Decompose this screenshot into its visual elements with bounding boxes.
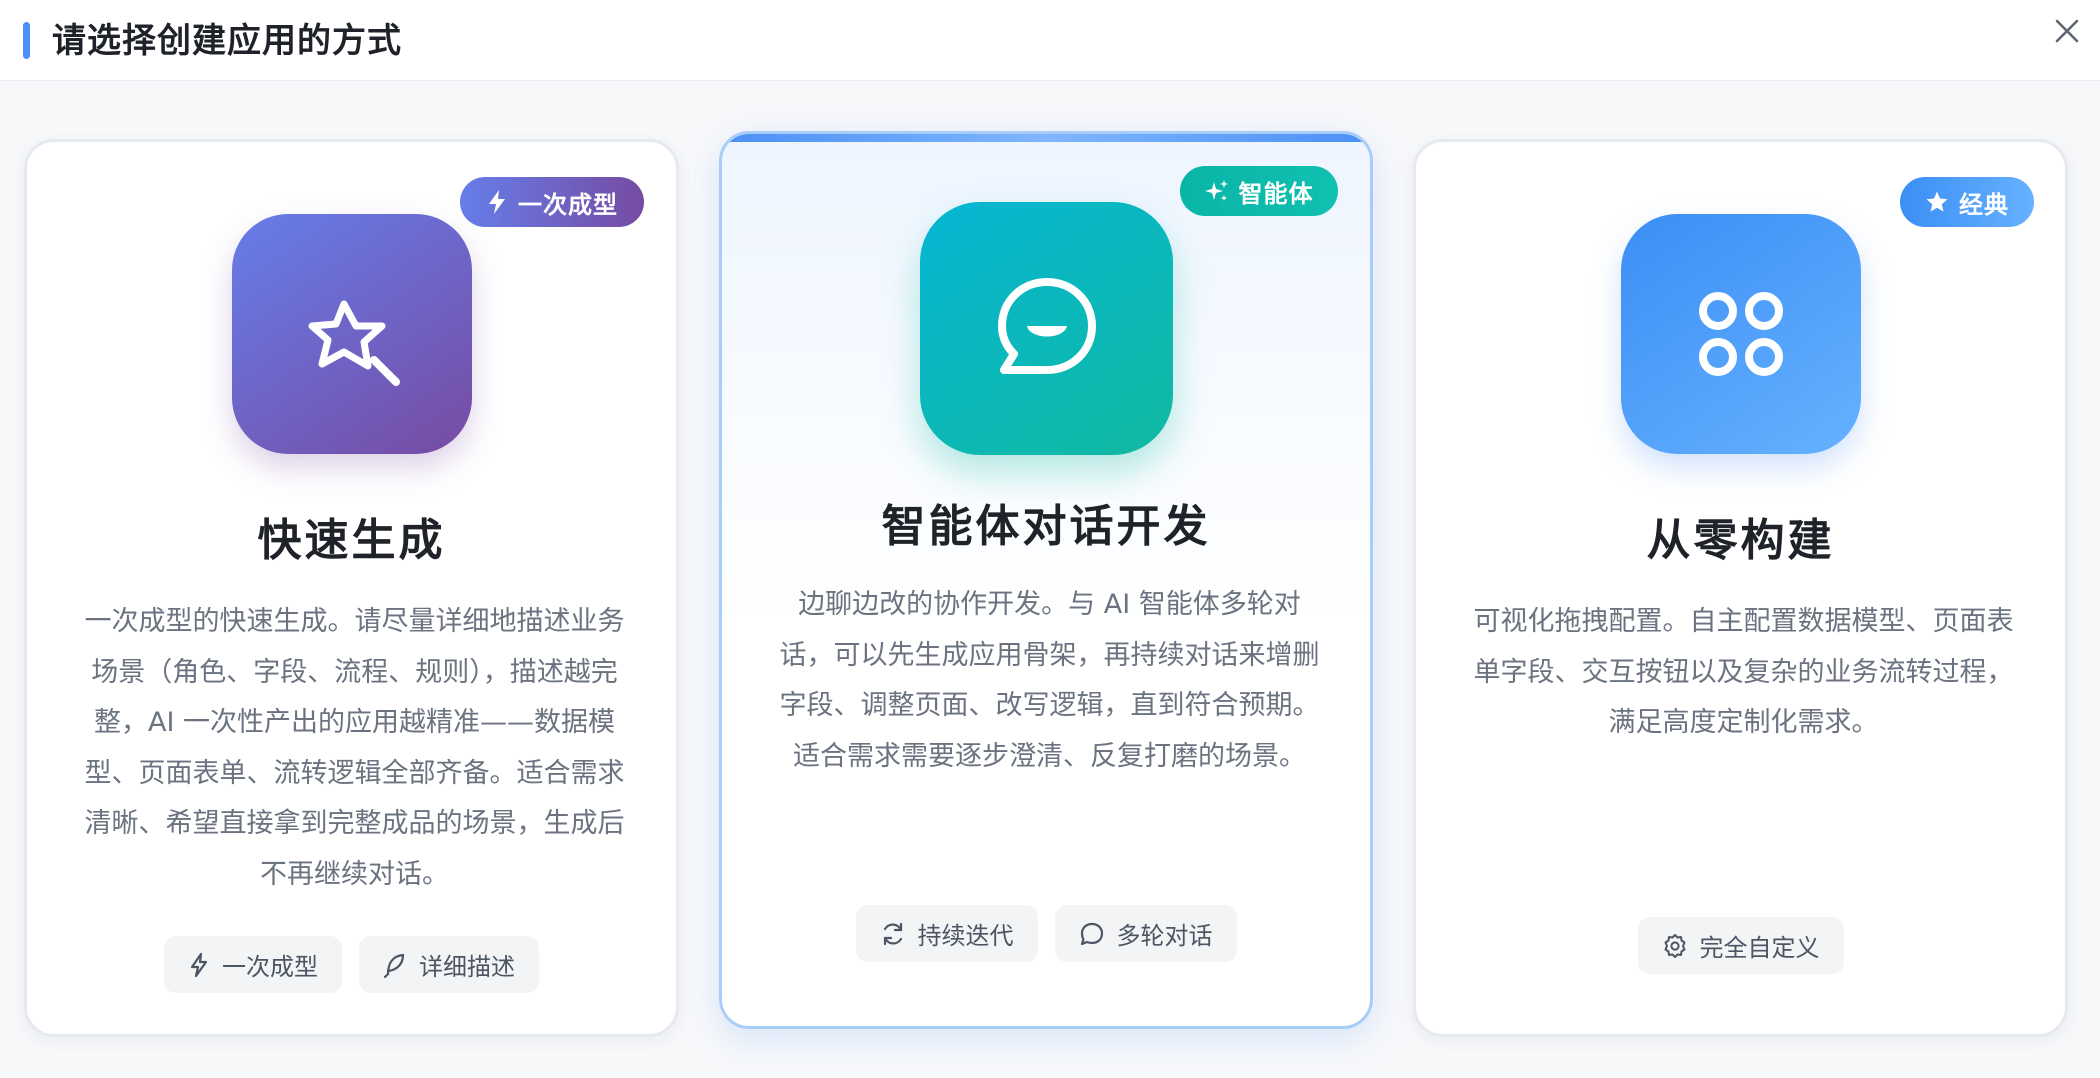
- card-agent-chat-dev[interactable]: 智能体 智能体对话开发 边聊边改的协作开发。与 AI 智能体多轮对话，可以先生成…: [719, 131, 1373, 1029]
- feather-icon: [383, 953, 405, 978]
- tag-list: 完全自定义: [1416, 917, 2065, 974]
- gear-icon: [1664, 933, 1685, 958]
- card-title: 快速生成: [257, 515, 446, 566]
- four-circles-icon: [1699, 292, 1783, 376]
- card-build-from-scratch[interactable]: 经典 从零构建 可视化拖拽配置。自主配置数据模型、页面表单字段、交互按钮以及复杂…: [1413, 139, 2068, 1037]
- chat-smile-icon: [997, 277, 1096, 374]
- tag-label: 一次成型: [222, 953, 318, 981]
- magic-wand-icon: [308, 300, 400, 386]
- tag-list: 一次成型 详细描述: [27, 936, 676, 993]
- badge-label: 一次成型: [518, 190, 618, 219]
- tag-label: 完全自定义: [1699, 934, 1820, 962]
- card-title: 智能体对话开发: [881, 501, 1211, 552]
- card-description: 一次成型的快速生成。请尽量详细地描述业务场景（角色、字段、流程、规则），描述越完…: [84, 606, 625, 890]
- tag-detailed-description: 详细描述: [359, 936, 539, 993]
- tag-list: 持续迭代 多轮对话: [722, 905, 1370, 962]
- badge-label: 智能体: [1238, 179, 1314, 208]
- refresh-icon: [883, 922, 902, 945]
- chat-bubble-icon: [1080, 922, 1103, 945]
- tag-fully-custom: 完全自定义: [1637, 917, 1844, 974]
- tag-label: 详细描述: [419, 953, 515, 981]
- card-quick-generate[interactable]: 一次成型 快速生成 一次成型的快速生成。请尽量详细地描述业务场景（角色、字段、流…: [24, 139, 679, 1037]
- dialog-title: 请选择创建应用的方式: [52, 21, 402, 61]
- app-icon-agent-chat: [920, 202, 1173, 455]
- tag-one-shot: 一次成型: [164, 936, 342, 993]
- app-icon-quick-generate: [232, 214, 472, 454]
- star-icon: [1926, 191, 1948, 212]
- selected-indicator: [722, 134, 1370, 142]
- close-button[interactable]: [2046, 10, 2088, 52]
- badge-agent: 智能体: [1180, 166, 1338, 216]
- badge-classic: 经典: [1900, 177, 2034, 227]
- card-description: 边聊边改的协作开发。与 AI 智能体多轮对话，可以先生成应用骨架，再持续对话来增…: [779, 589, 1320, 772]
- card-title: 从零构建: [1646, 515, 1835, 566]
- lightning-icon: [190, 952, 208, 977]
- tag-label: 持续迭代: [917, 922, 1014, 950]
- header-accent-bar: [23, 22, 30, 59]
- card-description: 可视化拖拽配置。自主配置数据模型、页面表单字段、交互按钮以及复杂的业务流转过程，…: [1473, 606, 2014, 738]
- tag-multi-turn-chat: 多轮对话: [1054, 905, 1237, 962]
- sparkle-icon: [1204, 180, 1228, 201]
- lightning-icon: [489, 190, 505, 214]
- badge-label: 经典: [1959, 190, 2009, 219]
- dialog-header: 请选择创建应用的方式: [0, 0, 2100, 81]
- tag-label: 多轮对话: [1116, 922, 1213, 950]
- tag-continuous-iteration: 持续迭代: [855, 905, 1038, 962]
- app-icon-build-from-scratch: [1621, 214, 1861, 454]
- close-icon: [2055, 19, 2079, 43]
- badge-one-shot: 一次成型: [460, 177, 644, 227]
